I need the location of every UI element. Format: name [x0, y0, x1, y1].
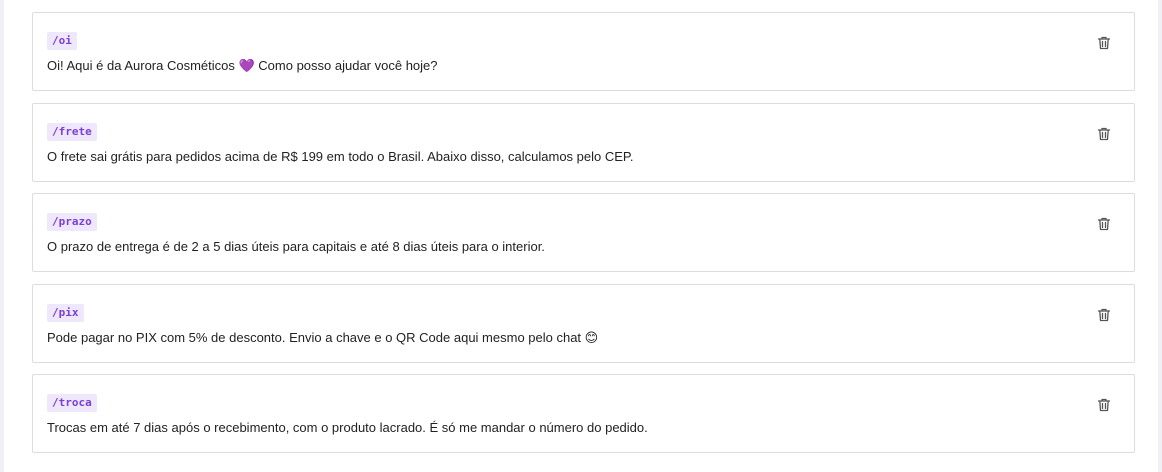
trash-icon[interactable]	[1096, 126, 1112, 142]
quick-replies-list: /oi Oi! Aqui é da Aurora Cosméticos 💜 Co…	[32, 12, 1135, 465]
quick-reply-message: Pode pagar no PIX com 5% de desconto. En…	[47, 329, 599, 345]
quick-replies-panel: /oi Oi! Aqui é da Aurora Cosméticos 💜 Co…	[4, 0, 1158, 472]
quick-reply-message: O frete sai grátis para pedidos acima de…	[47, 148, 634, 164]
quick-reply-message: Oi! Aqui é da Aurora Cosméticos 💜 Como p…	[47, 58, 438, 73]
quick-reply-card: /frete O frete sai grátis para pedidos a…	[32, 102, 1135, 182]
quick-reply-card: /troca Trocas em até 7 dias após o receb…	[32, 374, 1135, 453]
quick-reply-message: O prazo de entrega é de 2 a 5 dias úteis…	[47, 239, 545, 254]
shortcut-tag: /oi	[47, 32, 77, 50]
quick-reply-card: /oi Oi! Aqui é da Aurora Cosméticos 💜 Co…	[32, 12, 1135, 91]
shortcut-tag: /pix	[47, 303, 84, 322]
trash-icon[interactable]	[1096, 216, 1112, 232]
shortcut-tag: /troca	[47, 394, 97, 412]
trash-icon[interactable]	[1096, 307, 1112, 323]
trash-icon[interactable]	[1096, 35, 1112, 51]
shortcut-tag: /frete	[47, 122, 97, 141]
quick-reply-card: /pix Pode pagar no PIX com 5% de descont…	[32, 283, 1135, 363]
quick-reply-message: Trocas em até 7 dias após o recebimento,…	[47, 420, 648, 435]
quick-reply-card: /prazo O prazo de entrega é de 2 a 5 dia…	[32, 193, 1135, 272]
shortcut-tag: /prazo	[47, 213, 97, 231]
trash-icon[interactable]	[1096, 397, 1112, 413]
